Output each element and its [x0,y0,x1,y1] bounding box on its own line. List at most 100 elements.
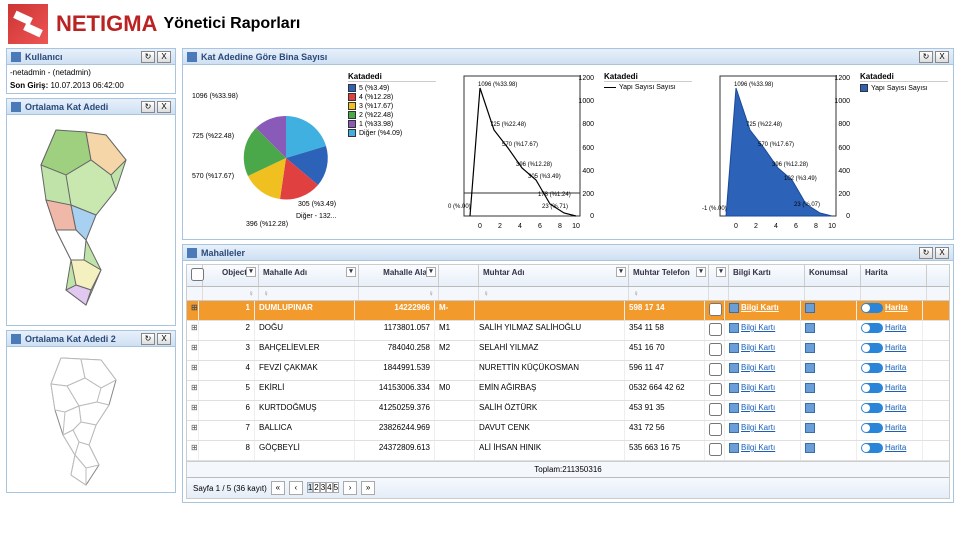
info-card-link[interactable]: Bilgi Kartı [741,403,775,412]
col-mahalle-alani[interactable]: Mahalle Alanı▾ [359,265,439,286]
chevron-down-icon[interactable]: ▾ [696,267,706,277]
map-link[interactable]: Harita [885,443,906,452]
col-konumsal[interactable]: Konumsal [805,265,861,286]
refresh-button[interactable]: ↻ [141,333,155,345]
chevron-down-icon[interactable]: ▾ [346,267,356,277]
expand-icon[interactable]: ⊞ [187,301,199,320]
svg-text:570 (%17.67): 570 (%17.67) [758,142,794,148]
map-toggle[interactable] [861,303,883,313]
row-checkbox[interactable] [709,303,722,316]
info-card-link[interactable]: Bilgi Kartı [741,363,775,372]
table-row[interactable]: ⊞3BAHÇELİEVLER784040.258M2SELAHİ YILMAZ4… [187,341,949,361]
chevron-down-icon[interactable]: ▾ [246,267,256,277]
location-icon[interactable] [805,303,815,313]
expand-icon[interactable]: ⊞ [187,401,199,420]
map-toggle[interactable] [861,363,883,373]
filter-muhtar[interactable]: ♀ [479,287,629,300]
info-card-link[interactable]: Bilgi Kartı [741,443,775,452]
expand-icon[interactable]: ⊞ [187,341,199,360]
map-link[interactable]: Harita [885,423,906,432]
map-link[interactable]: Harita [885,383,906,392]
page-title: Yönetici Raporları [163,15,300,33]
table-row[interactable]: ⊞4FEVZİ ÇAKMAK1844991.539NURETTİN KÜÇÜKO… [187,361,949,381]
chevron-down-icon[interactable]: ▾ [616,267,626,277]
close-button[interactable]: X [935,51,949,63]
filter-objectid[interactable]: ♀ [203,287,259,300]
row-checkbox[interactable] [709,383,722,396]
map-toggle[interactable] [861,383,883,393]
expand-icon[interactable]: ⊞ [187,321,199,340]
table-row[interactable]: ⊞1DUMLUPINAR14222966M-598 17 14Bilgi Kar… [187,301,949,321]
row-checkbox[interactable] [709,323,722,336]
svg-text:0: 0 [734,223,738,230]
table-row[interactable]: ⊞8GÖÇBEYLİ24372809.613ALİ İHSAN HINIK535… [187,441,949,461]
map-toggle[interactable] [861,423,883,433]
close-button[interactable]: X [935,247,949,259]
info-card-link[interactable]: Bilgi Kartı [741,303,779,312]
col-muhtar-adi[interactable]: Muhtar Adı▾ [479,265,629,286]
col-mahalle-adi[interactable]: Mahalle Adı▾ [259,265,359,286]
row-checkbox[interactable] [709,423,722,436]
col-harita[interactable]: Harita [861,265,927,286]
cell-muhtar: DAVUT CENK [475,421,625,440]
table-row[interactable]: ⊞7BALLICA23826244.969DAVUT CENK431 72 56… [187,421,949,441]
map-link[interactable]: Harita [885,323,906,332]
pager-page[interactable]: 5 [333,482,339,493]
map-link[interactable]: Harita [885,363,906,372]
map-link[interactable]: Harita [885,343,906,352]
col-muhtar-tel[interactable]: Muhtar Telefon▾ [629,265,709,286]
filter-tel[interactable]: ♀ [629,287,709,300]
pager-page[interactable]: 2 [313,482,319,493]
close-button[interactable]: X [157,101,171,113]
row-checkbox[interactable] [709,403,722,416]
row-checkbox[interactable] [709,363,722,376]
refresh-button[interactable]: ↻ [919,51,933,63]
pager-prev[interactable]: ‹ [289,481,303,495]
col-objectid[interactable]: ObjectId▾ [203,265,259,286]
col-bilgi-karti[interactable]: Bilgi Kartı [729,265,805,286]
table-row[interactable]: ⊞2DOĞU1173801.057M1SALİH YILMAZ SALİHOĞL… [187,321,949,341]
refresh-button[interactable]: ↻ [919,247,933,259]
cell-muhtar: EMİN AĞIRBAŞ [475,381,625,400]
row-checkbox[interactable] [709,343,722,356]
map-toggle[interactable] [861,403,883,413]
map-link[interactable]: Harita [885,303,908,312]
svg-text:0: 0 [846,213,850,220]
chevron-down-icon[interactable]: ▾ [426,267,436,277]
pager-last[interactable]: » [361,481,375,495]
info-card-link[interactable]: Bilgi Kartı [741,423,775,432]
expand-icon[interactable]: ⊞ [187,441,199,460]
table-row[interactable]: ⊞6KURTDOĞMUŞ41250259.376SALİH ÖZTÜRK453 … [187,401,949,421]
expand-icon[interactable]: ⊞ [187,361,199,380]
row-checkbox[interactable] [709,443,722,456]
brand: NETIGMA [56,11,157,37]
location-icon[interactable] [805,403,815,413]
map-toggle[interactable] [861,343,883,353]
filter-area[interactable]: ♀ [359,287,439,300]
location-icon[interactable] [805,423,815,433]
map-toggle[interactable] [861,443,883,453]
info-card-link[interactable]: Bilgi Kartı [741,323,775,332]
map-link[interactable]: Harita [885,403,906,412]
refresh-button[interactable]: ↻ [141,101,155,113]
pager-page[interactable]: 4 [326,482,332,493]
expand-icon[interactable]: ⊞ [187,421,199,440]
location-icon[interactable] [805,363,815,373]
table-row[interactable]: ⊞5EKİRLİ14153006.334M0EMİN AĞIRBAŞ0532 6… [187,381,949,401]
info-card-link[interactable]: Bilgi Kartı [741,343,775,352]
close-button[interactable]: X [157,51,171,63]
close-button[interactable]: X [157,333,171,345]
filter-name[interactable]: ♀ [259,287,359,300]
svg-text:4: 4 [774,223,778,230]
location-icon[interactable] [805,323,815,333]
refresh-button[interactable]: ↻ [141,51,155,63]
chevron-down-icon[interactable]: ▾ [716,267,726,277]
location-icon[interactable] [805,383,815,393]
pager-first[interactable]: « [271,481,285,495]
location-icon[interactable] [805,443,815,453]
location-icon[interactable] [805,343,815,353]
map-toggle[interactable] [861,323,883,333]
info-card-link[interactable]: Bilgi Kartı [741,383,775,392]
expand-icon[interactable]: ⊞ [187,381,199,400]
pager-next[interactable]: › [343,481,357,495]
